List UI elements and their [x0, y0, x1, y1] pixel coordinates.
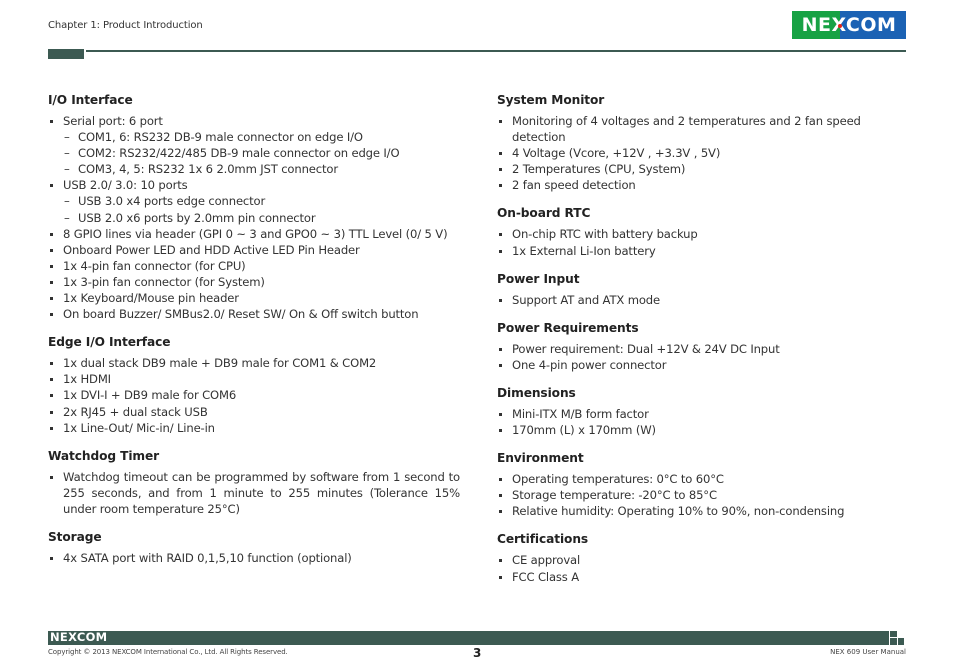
list-item: On-chip RTC with battery backup [497, 226, 917, 242]
bullet-list: 4x SATA port with RAID 0,1,5,10 function… [48, 550, 460, 566]
list-item: 170mm (L) x 170mm (W) [497, 422, 917, 438]
section-watchdog-timer: Watchdog Timer Watchdog timeout can be pr… [48, 449, 460, 517]
bullet-list: Mini-ITX M/B form factor 170mm (L) x 170m… [497, 406, 917, 438]
list-item: Operating temperatures: 0°C to 60°C [497, 471, 917, 487]
list-item: Mini-ITX M/B form factor [497, 406, 917, 422]
right-column: System Monitor Monitoring of 4 voltages a… [497, 93, 917, 598]
sub-list-item: USB 2.0 x6 ports by 2.0mm pin connector [48, 210, 460, 226]
manual-name: NEX 609 User Manual [830, 648, 906, 656]
list-item: Serial port: 6 port [48, 113, 460, 129]
list-item: 4 Voltage (Vcore, +12V , +3.3V , 5V) [497, 145, 917, 161]
sub-list-item: USB 3.0 x4 ports edge connector [48, 193, 460, 209]
section-heading: Environment [497, 451, 584, 466]
section-heading: Watchdog Timer [48, 448, 160, 463]
logo-text: NEXCOM [801, 14, 897, 36]
section-heading: I/O Interface [48, 93, 133, 107]
section-edge-i-o-interface: Edge I/O Interface 1x dual stack DB9 male… [48, 335, 460, 435]
list-item: 2 Temperatures (CPU, System) [497, 161, 917, 177]
left-column: I/O Interface Serial port: 6 portCOM1, 6:… [48, 93, 460, 579]
section-power-input: Power Input Support AT and ATX mode [497, 272, 917, 308]
section-heading: Edge I/O Interface [48, 335, 171, 350]
nexcom-logo: NEXCOM [792, 11, 906, 39]
section-certifications: Certifications CE approval FCC Class A [497, 532, 917, 584]
list-item: Power requirement: Dual +12V & 24V DC In… [497, 341, 917, 357]
footer-corner-square [890, 638, 897, 645]
footer-bar [48, 631, 889, 645]
chapter-title: Chapter 1: Product Introduction [48, 20, 203, 31]
sub-list-item: COM3, 4, 5: RS232 1x 6 2.0mm JST connect… [48, 161, 460, 177]
list-item: 4x SATA port with RAID 0,1,5,10 function… [48, 550, 460, 566]
list-item: 1x External Li-Ion battery [497, 243, 917, 259]
footer-corner-square [898, 638, 904, 645]
section-heading: On-board RTC [497, 206, 591, 221]
list-item: On board Buzzer/ SMBus2.0/ Reset SW/ On … [48, 306, 460, 322]
list-item: 1x 4-pin fan connector (for CPU) [48, 258, 460, 274]
list-item: Monitoring of 4 voltages and 2 temperatu… [497, 113, 917, 145]
list-item: 2 fan speed detection [497, 177, 917, 193]
list-item: Support AT and ATX mode [497, 292, 917, 308]
bullet-list: 1x dual stack DB9 male + DB9 male for CO… [48, 355, 460, 435]
sub-list-item: COM2: RS232/422/485 DB-9 male connector … [48, 145, 460, 161]
list-item: USB 2.0/ 3.0: 10 ports [48, 177, 460, 193]
bullet-list: Support AT and ATX mode [497, 292, 917, 308]
list-item: 2x RJ45 + dual stack USB [48, 404, 460, 420]
list-item: Watchdog timeout can be programmed by so… [48, 469, 460, 517]
list-item: Storage temperature: -20°C to 85°C [497, 487, 917, 503]
section-dimensions: Dimensions Mini-ITX M/B form factor 170mm … [497, 386, 917, 438]
section-i-o-interface: I/O Interface Serial port: 6 portCOM1, 6:… [48, 93, 460, 322]
header-accent-block [48, 49, 84, 59]
list-item: 8 GPIO lines via header (GPI 0 ~ 3 and G… [48, 226, 460, 242]
bullet-list: Watchdog timeout can be programmed by so… [48, 469, 460, 517]
bullet-list: On-chip RTC with battery backup 1x Extern… [497, 226, 917, 258]
list-item: Relative humidity: Operating 10% to 90%,… [497, 503, 917, 519]
list-item: Onboard Power LED and HDD Active LED Pin… [48, 242, 460, 258]
section-heading: Dimensions [497, 385, 576, 400]
list-item: FCC Class A [497, 569, 917, 585]
section-system-monitor: System Monitor Monitoring of 4 voltages a… [497, 93, 917, 193]
list-item: 1x DVI-I + DB9 male for COM6 [48, 387, 460, 403]
list-item: 1x Line-Out/ Mic-in/ Line-in [48, 420, 460, 436]
bullet-list: Operating temperatures: 0°C to 60°C Stora… [497, 471, 917, 519]
bullet-list: Serial port: 6 portCOM1, 6: RS232 DB-9 m… [48, 113, 460, 322]
bullet-list: CE approval FCC Class A [497, 552, 917, 584]
section-storage: Storage 4x SATA port with RAID 0,1,5,10 f… [48, 530, 460, 566]
list-item: 1x 3-pin fan connector (for System) [48, 274, 460, 290]
bullet-list: Power requirement: Dual +12V & 24V DC In… [497, 341, 917, 373]
footer-corner-square [890, 631, 897, 637]
section-heading: System Monitor [497, 93, 605, 107]
list-item: 1x Keyboard/Mouse pin header [48, 290, 460, 306]
section-heading: Certifications [497, 532, 589, 547]
list-item: CE approval [497, 552, 917, 568]
list-item: One 4-pin power connector [497, 357, 917, 373]
bullet-list: Monitoring of 4 voltages and 2 temperatu… [497, 113, 917, 193]
section-power-requirements: Power Requirements Power requirement: Dua… [497, 321, 917, 373]
list-item: 1x HDMI [48, 371, 460, 387]
section-heading: Power Input [497, 271, 580, 286]
sub-list-item: COM1, 6: RS232 DB-9 male connector on ed… [48, 129, 460, 145]
footer-logo: NEXCOM [50, 630, 108, 644]
section-heading: Storage [48, 529, 102, 544]
list-item: 1x dual stack DB9 male + DB9 male for CO… [48, 355, 460, 371]
page-number: 3 [473, 646, 482, 660]
section-heading: Power Requirements [497, 320, 639, 335]
copyright-notice: Copyright © 2013 NEXCOM International Co… [48, 648, 288, 656]
section-environment: Environment Operating temperatures: 0°C t… [497, 451, 917, 519]
logo-red-dot [838, 24, 842, 28]
header-divider [86, 50, 906, 52]
section-on-board-rtc: On-board RTC On-chip RTC with battery bac… [497, 206, 917, 258]
